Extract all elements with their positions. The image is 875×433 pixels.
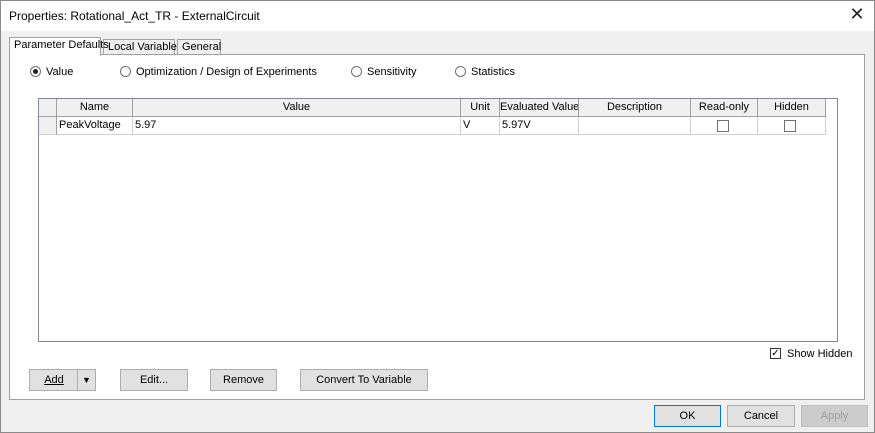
- cell-hidden: [758, 117, 826, 135]
- remove-button[interactable]: Remove: [210, 369, 277, 391]
- parameters-table: Name Value Unit Evaluated Value Descript…: [38, 98, 838, 342]
- radio-unselected-icon: [120, 66, 131, 77]
- add-split-button[interactable]: Add ▼: [29, 369, 96, 391]
- cell-evaluated-value: 5.97V: [500, 117, 579, 135]
- row-header-corner: [39, 99, 57, 117]
- title-bar: Properties: Rotational_Act_TR - External…: [1, 1, 874, 31]
- column-header-evaluated-value[interactable]: Evaluated Value: [500, 99, 579, 117]
- cell-read-only: [691, 117, 758, 135]
- row-header[interactable]: [39, 117, 57, 135]
- tab-local-variables[interactable]: Local Variables: [103, 39, 182, 55]
- cell-description[interactable]: [579, 117, 691, 135]
- cancel-button[interactable]: Cancel: [727, 405, 795, 427]
- cell-value[interactable]: 5.97: [133, 117, 461, 135]
- show-hidden-label: Show Hidden: [787, 348, 853, 360]
- checkmark-icon: ✓: [770, 348, 781, 359]
- column-header-hidden[interactable]: Hidden: [758, 99, 826, 117]
- radio-label: Statistics: [471, 66, 516, 78]
- edit-button[interactable]: Edit...: [120, 369, 188, 391]
- column-header-value[interactable]: Value: [133, 99, 461, 117]
- close-icon[interactable]: ✕: [848, 5, 866, 23]
- radio-selected-icon: [30, 66, 41, 77]
- cell-name[interactable]: PeakVoltage: [57, 117, 133, 135]
- tab-label: General: [182, 41, 222, 53]
- column-header-read-only[interactable]: Read-only: [691, 99, 758, 117]
- radio-label: Value: [46, 66, 74, 78]
- radio-label: Optimization / Design of Experiments: [136, 66, 317, 78]
- tab-parameter-defaults[interactable]: Parameter Defaults: [9, 37, 109, 56]
- properties-dialog: Properties: Rotational_Act_TR - External…: [0, 0, 875, 433]
- read-only-checkbox[interactable]: [717, 120, 729, 132]
- hidden-checkbox[interactable]: [784, 120, 796, 132]
- column-header-unit[interactable]: Unit: [461, 99, 500, 117]
- cell-unit[interactable]: V: [461, 117, 500, 135]
- convert-to-variable-button[interactable]: Convert To Variable: [300, 369, 428, 391]
- radio-label: Sensitivity: [367, 66, 417, 78]
- tab-label: Parameter Defaults: [14, 39, 109, 51]
- column-header-name[interactable]: Name: [57, 99, 133, 117]
- parameter-defaults-panel: Value Optimization / Design of Experimen…: [9, 54, 865, 400]
- dialog-title: Properties: Rotational_Act_TR - External…: [9, 9, 260, 23]
- radio-unselected-icon: [455, 66, 466, 77]
- dropdown-arrow-icon[interactable]: ▼: [77, 370, 95, 390]
- column-header-description[interactable]: Description: [579, 99, 691, 117]
- tab-general[interactable]: General: [177, 39, 221, 55]
- add-button-label: Add: [44, 374, 64, 386]
- ok-button[interactable]: OK: [654, 405, 721, 427]
- apply-button[interactable]: Apply: [801, 405, 868, 427]
- radio-unselected-icon: [351, 66, 362, 77]
- tab-label: Local Variables: [108, 41, 183, 53]
